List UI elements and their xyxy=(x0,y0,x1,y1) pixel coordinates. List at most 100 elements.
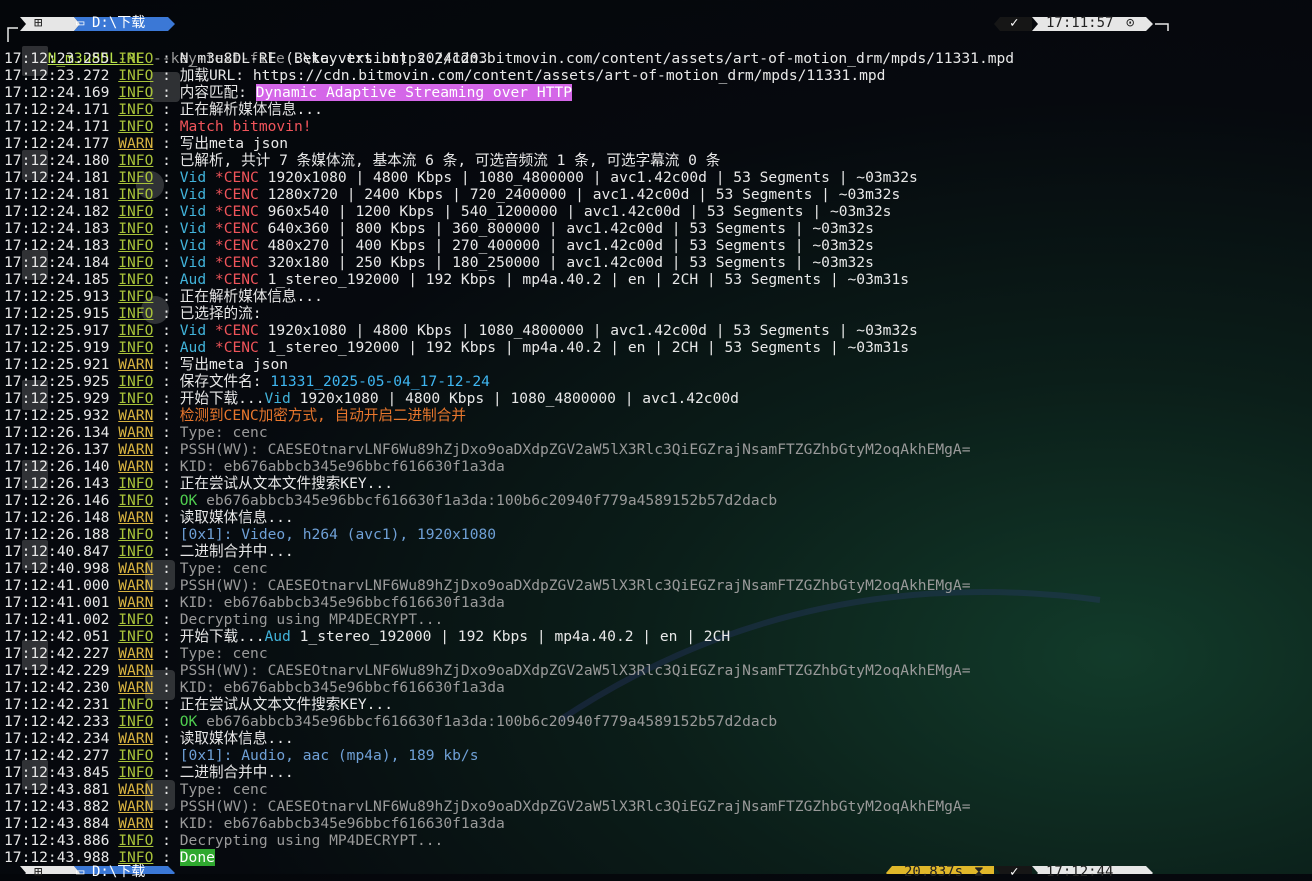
log-level: WARN xyxy=(118,594,154,611)
prompt-corner-right xyxy=(1155,23,1169,31)
log-timestamp: 17:12:43.845 xyxy=(4,764,110,781)
log-message: 1_stereo_192000 | 192 Kbps | mp4a.40.2 |… xyxy=(267,339,910,356)
log-line: 17:12:41.000 WARN : PSSH(WV): CAESEOtnar… xyxy=(4,577,971,594)
windows-icon: ⊞ xyxy=(34,15,43,31)
log-message: 1280x720 | 2400 Kbps | 720_2400000 | avc… xyxy=(267,186,901,203)
log-level: WARN xyxy=(118,577,154,594)
log-timestamp: 17:12:42.051 xyxy=(4,628,110,645)
log-message: [0x1]: Audio, aac (mp4a), 189 kb/s xyxy=(179,747,479,764)
log-timestamp: 17:12:25.919 xyxy=(4,339,110,356)
log-timestamp: 17:12:25.925 xyxy=(4,373,110,390)
log-level: INFO xyxy=(118,543,154,560)
log-timestamp: 17:12:24.182 xyxy=(4,203,110,220)
log-line: 17:12:42.234 WARN : 读取媒体信息... xyxy=(4,730,294,747)
command-line[interactable]: N_m3u8DL-RE --key-text-file .\key.txt ht… xyxy=(30,33,1015,67)
log-message: 读取媒体信息... xyxy=(179,509,294,526)
log-message: 已选择的流: xyxy=(179,305,262,322)
log-message: 正在尝试从文本文件搜索KEY... xyxy=(179,475,393,492)
log-line: 17:12:40.847 INFO : 二进制合并中... xyxy=(4,543,294,560)
terminal-output[interactable]: 17:12:23.255 INFO : N_m3u8DL-RE (Beta ve… xyxy=(4,50,1304,866)
log-level: WARN xyxy=(118,662,154,679)
hourglass-icon: ⧗ xyxy=(974,864,984,880)
log-message: 读取媒体信息... xyxy=(179,730,294,747)
log-timestamp: 17:12:42.233 xyxy=(4,713,110,730)
log-timestamp: 17:12:41.002 xyxy=(4,611,110,628)
log-message: Vid xyxy=(179,322,215,339)
log-timestamp: 17:12:25.921 xyxy=(4,356,110,373)
log-line: 17:12:25.915 INFO : 已选择的流: xyxy=(4,305,262,322)
log-level: INFO xyxy=(118,271,154,288)
log-line: 17:12:26.188 INFO : [0x1]: Video, h264 (… xyxy=(4,526,497,543)
log-timestamp: 17:12:26.148 xyxy=(4,509,110,526)
log-level: INFO xyxy=(118,322,154,339)
log-line: 17:12:42.231 INFO : 正在尝试从文本文件搜索KEY... xyxy=(4,696,393,713)
log-message: Decrypting using MP4DECRYPT... xyxy=(179,832,444,849)
log-timestamp: 17:12:24.169 xyxy=(4,84,110,101)
log-line: 17:12:24.183 INFO : Vid *CENC 480x270 | … xyxy=(4,237,874,254)
bottom-os-segment xyxy=(20,866,80,874)
log-level: INFO xyxy=(118,832,154,849)
log-level: INFO xyxy=(118,254,154,271)
log-message: Vid xyxy=(179,254,215,271)
log-level: INFO xyxy=(118,237,154,254)
log-message: OK xyxy=(179,713,207,730)
bottom-prompt-path: D:\下载 xyxy=(92,864,146,880)
log-message: 11331_2025-05-04_17-12-24 xyxy=(270,373,490,390)
log-level: WARN xyxy=(118,135,154,152)
log-level: INFO xyxy=(118,339,154,356)
log-timestamp: 17:12:42.231 xyxy=(4,696,110,713)
log-message: Decrypting using MP4DECRYPT... xyxy=(179,611,444,628)
log-line: 17:12:26.140 WARN : KID: eb676abbcb345e9… xyxy=(4,458,505,475)
log-line: 17:12:43.881 WARN : Type: cenc xyxy=(4,781,268,798)
log-line: 17:12:25.913 INFO : 正在解析媒体信息... xyxy=(4,288,323,305)
log-line: 17:12:24.171 INFO : 正在解析媒体信息... xyxy=(4,101,323,118)
log-message: Aud xyxy=(264,628,300,645)
log-message: 二进制合并中... xyxy=(179,764,294,781)
log-line: 17:12:26.146 INFO : OK eb676abbcb345e96b… xyxy=(4,492,778,509)
log-message: PSSH(WV): CAESEOtnarvLNF6Wu89hZjDxo9oaDX… xyxy=(179,798,971,815)
log-level: WARN xyxy=(118,441,154,458)
log-timestamp: 17:12:40.847 xyxy=(4,543,110,560)
log-line: 17:12:42.227 WARN : Type: cenc xyxy=(4,645,268,662)
log-message: KID: eb676abbcb345e96bbcf616630f1a3da xyxy=(179,594,505,611)
log-message: 1920x1080 | 4800 Kbps | 1080_4800000 | a… xyxy=(267,169,918,186)
log-level: INFO xyxy=(118,713,154,730)
log-message: OK xyxy=(179,492,207,509)
log-message: *CENC xyxy=(214,186,268,203)
log-message: *CENC xyxy=(214,237,268,254)
log-timestamp: 17:12:24.183 xyxy=(4,237,110,254)
log-timestamp: 17:12:25.917 xyxy=(4,322,110,339)
log-message: 开始下载... xyxy=(179,390,265,407)
log-message: Type: cenc xyxy=(179,560,268,577)
log-line: 17:12:43.886 INFO : Decrypting using MP4… xyxy=(4,832,444,849)
log-message: 二进制合并中... xyxy=(179,543,294,560)
log-timestamp: 17:12:42.277 xyxy=(4,747,110,764)
prompt-corner xyxy=(7,27,18,42)
log-message: Type: cenc xyxy=(179,781,268,798)
log-level: INFO xyxy=(118,50,154,67)
log-message: Vid xyxy=(179,237,215,254)
log-line: 17:12:24.177 WARN : 写出meta json xyxy=(4,135,289,152)
log-message: Match bitmovin! xyxy=(179,118,312,135)
log-timestamp: 17:12:26.143 xyxy=(4,475,110,492)
log-line: 17:12:25.929 INFO : 开始下载...Vid 1920x1080… xyxy=(4,390,739,407)
log-timestamp: 17:12:43.884 xyxy=(4,815,110,832)
log-message: 正在解析媒体信息... xyxy=(179,101,323,118)
log-message: Vid xyxy=(264,390,300,407)
log-level: INFO xyxy=(118,305,154,322)
log-timestamp: 17:12:24.181 xyxy=(4,186,110,203)
log-line: 17:12:24.184 INFO : Vid *CENC 320x180 | … xyxy=(4,254,874,271)
log-level: INFO xyxy=(118,186,154,203)
log-timestamp: 17:12:41.001 xyxy=(4,594,110,611)
log-level: INFO xyxy=(118,288,154,305)
log-message: eb676abbcb345e96bbcf616630f1a3da:100b6c2… xyxy=(206,492,778,509)
log-message: Type: cenc xyxy=(179,424,268,441)
log-level: INFO xyxy=(118,67,154,84)
log-message: 检测到CENC加密方式, 自动开启二进制合并 xyxy=(179,407,466,424)
log-message: *CENC xyxy=(214,254,268,271)
log-message: N_m3u8DL-RE (Beta version) 20241203 xyxy=(179,50,488,67)
log-timestamp: 17:12:26.134 xyxy=(4,424,110,441)
log-line: 17:12:24.183 INFO : Vid *CENC 640x360 | … xyxy=(4,220,874,237)
log-line: 17:12:42.233 INFO : OK eb676abbcb345e96b… xyxy=(4,713,778,730)
log-line: 17:12:26.134 WARN : Type: cenc xyxy=(4,424,268,441)
